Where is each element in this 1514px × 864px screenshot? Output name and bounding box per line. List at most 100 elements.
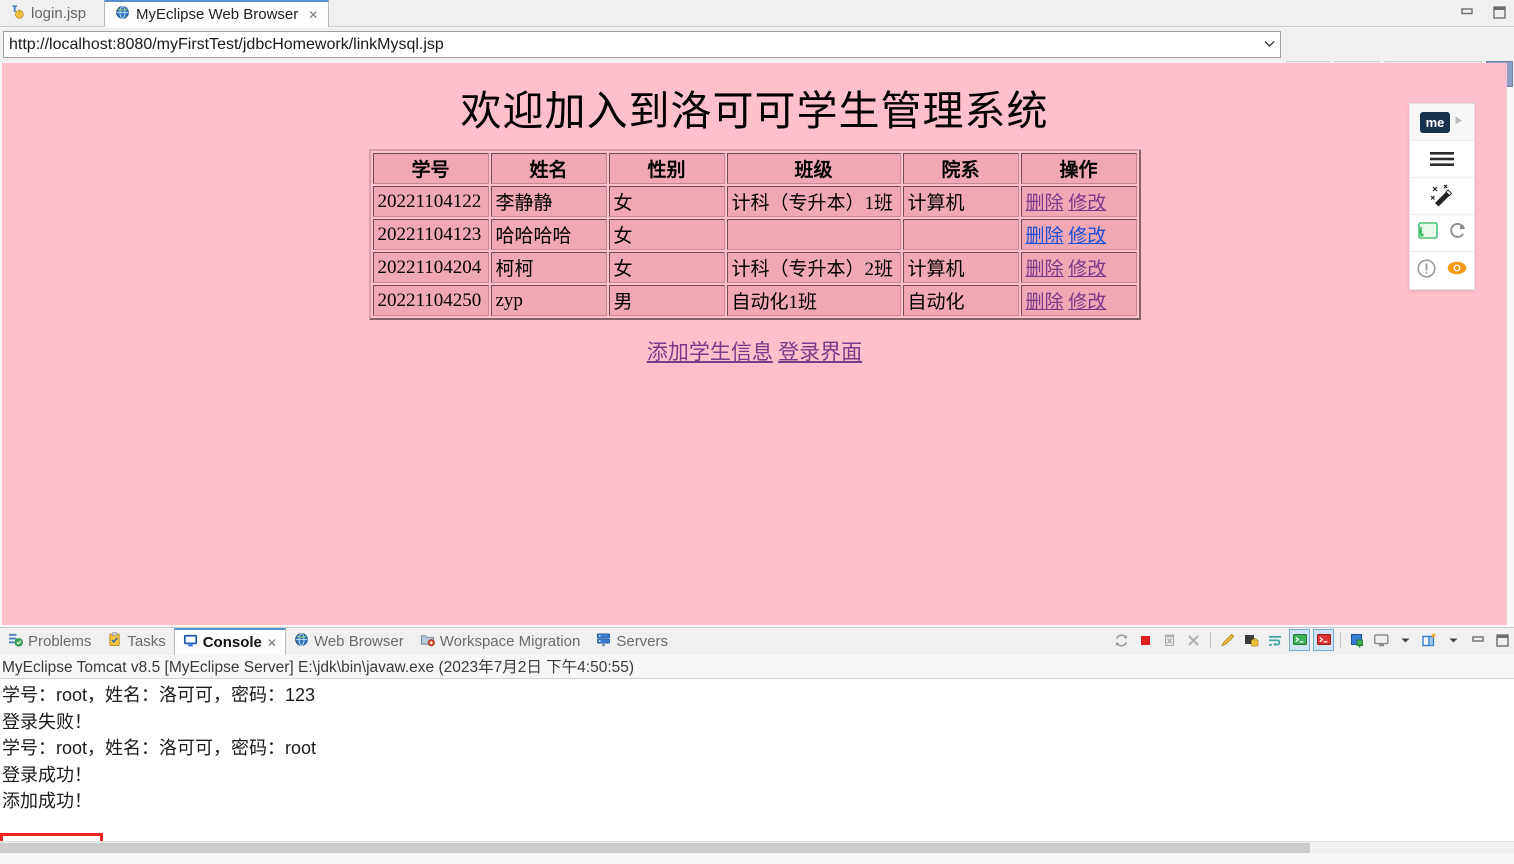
widget-cast-refresh-row [1410,215,1474,252]
eye-icon[interactable] [1446,259,1468,282]
cell-sex: 女 [608,219,725,250]
clear-console-icon[interactable] [1217,629,1238,651]
globe-icon [294,632,309,651]
new-console-icon[interactable] [1313,629,1334,651]
open-console-view-icon[interactable] [1419,629,1440,651]
launch-configuration-label: MyEclipse Tomcat v8.5 [MyEclipse Server]… [0,655,1514,677]
cell-name: zyp [490,285,607,316]
console-tab-label: Servers [616,633,669,650]
add-student-link[interactable]: 添加学生信息 [647,340,773,364]
magic-wand-icon[interactable] [1410,178,1474,215]
display-selected-console-icon[interactable] [1371,629,1392,651]
cell-id: 20221104122 [372,186,489,217]
cell-id: 20221104250 [372,285,489,316]
chevron-down-icon[interactable] [1258,39,1280,51]
minimize-icon[interactable] [1467,629,1488,651]
cell-dept: 自动化 [902,285,1019,316]
console-line: 学号：root，姓名：洛可可，密码：123 [2,685,316,705]
browser-page-content: 欢迎加入到洛可可学生管理系统 学号 姓名 性别 班级 院系 操作 2022110… [2,63,1507,625]
cell-action: 删除 修改 [1020,285,1137,316]
maximize-icon[interactable] [1488,2,1510,22]
editor-tab-login-jsp[interactable]: login.jsp [0,0,96,27]
edit-link[interactable]: 修改 [1068,259,1106,280]
console-toolbar [1111,629,1512,651]
col-header-dept: 院系 [902,153,1019,184]
widget-brand-row[interactable]: me [1410,104,1474,141]
open-console-icon[interactable] [1289,629,1310,651]
url-combo[interactable]: http://localhost:8080/myFirstTest/jdbcHo… [3,31,1281,58]
pin-console-icon[interactable] [1347,629,1368,651]
edit-link[interactable]: 修改 [1068,292,1106,313]
cell-action: 删除 修改 [1020,219,1137,250]
editor-tab-strip: login.jsp MyEclipse Web Browser ✕ [0,0,1514,27]
jsp-file-icon [10,4,25,23]
login-page-link[interactable]: 登录界面 [778,340,862,364]
cell-dept: 计算机 [902,186,1019,217]
migration-icon [420,632,435,651]
close-icon[interactable]: ✕ [267,636,277,650]
console-line: 学号：root，姓名：洛可可，密码：root [2,738,317,759]
word-wrap-icon[interactable] [1265,629,1286,651]
remove-launch-icon[interactable] [1159,629,1180,651]
url-input[interactable]: http://localhost:8080/myFirstTest/jdbcHo… [4,36,1258,54]
maximize-icon[interactable] [1491,629,1512,651]
console-tab-label: Web Browser [313,633,404,650]
dropdown-arrow-icon[interactable] [1443,629,1464,651]
console-icon [183,633,198,652]
console-tab-label: Workspace Migration [439,633,581,650]
warning-circle-icon[interactable] [1416,258,1437,284]
console-tab-strip: Problems Tasks Console ✕ Web Browser Wor… [0,628,1514,655]
myeclipse-window: login.jsp MyEclipse Web Browser ✕ http:/… [0,0,1514,864]
scroll-lock-icon[interactable] [1241,629,1262,651]
refresh-icon[interactable] [1448,221,1468,246]
col-header-name: 姓名 [490,153,607,184]
minimize-icon[interactable] [1456,2,1478,22]
edit-link[interactable]: 修改 [1068,226,1106,247]
servers-icon [596,632,611,651]
cell-dept [902,219,1019,250]
delete-link[interactable]: 删除 [1026,259,1064,280]
dropdown-arrow-icon[interactable] [1395,629,1416,651]
cell-sex: 女 [608,186,725,217]
toolbar-separator [1340,632,1341,648]
editor-tab-label: MyEclipse Web Browser [136,6,299,23]
cast-icon[interactable] [1417,221,1439,246]
editor-tab-web-browser[interactable]: MyEclipse Web Browser ✕ [104,0,330,27]
cell-id: 20221104123 [372,219,489,250]
cell-name: 哈哈哈哈 [490,219,607,250]
page-title: 欢迎加入到洛可可学生管理系统 [460,88,1049,134]
tab-tasks[interactable]: Tasks [99,628,173,655]
cell-id: 20221104204 [372,252,489,283]
table-header-row: 学号 姓名 性别 班级 院系 操作 [372,153,1137,184]
table-row: 20221104122 李静静 女 计科（专升本）1班 计算机 删除 修改 [372,186,1137,217]
console-horizontal-scrollbar[interactable] [0,841,1514,853]
footer-links: 添加学生信息 登录界面 [2,336,1507,366]
hamburger-menu-icon[interactable] [1410,141,1474,178]
console-tab-label: Problems [28,633,92,650]
window-controls [1456,2,1510,22]
cell-class: 自动化1班 [726,285,901,316]
delete-link[interactable]: 删除 [1026,292,1064,313]
tab-servers[interactable]: Servers [588,628,676,655]
problems-icon [8,632,23,651]
refresh-icon[interactable] [1111,629,1132,651]
scrollbar-thumb[interactable] [0,843,1310,853]
console-line: 登录成功！ [2,764,92,785]
edit-link[interactable]: 修改 [1068,193,1106,214]
play-arrow-icon[interactable] [1453,113,1464,131]
close-icon[interactable]: ✕ [308,8,318,22]
tab-web-browser[interactable]: Web Browser [286,628,412,655]
console-line: 登录失败！ [2,711,92,732]
student-table: 学号 姓名 性别 班级 院系 操作 20221104122 李静静 女 计科（专… [368,149,1141,320]
tab-problems[interactable]: Problems [0,628,99,655]
col-header-id: 学号 [372,153,489,184]
console-output[interactable]: 学号：root，姓名：洛可可，密码：123 登录失败！ 学号：root，姓名：洛… [0,678,1514,853]
console-tab-label: Console [202,634,262,651]
editor-tab-label: login.jsp [31,5,87,22]
terminate-icon[interactable] [1135,629,1156,651]
delete-link[interactable]: 删除 [1026,226,1064,247]
tab-console[interactable]: Console ✕ [173,628,286,655]
tab-workspace-migration[interactable]: Workspace Migration [412,628,589,655]
remove-all-icon[interactable] [1183,629,1204,651]
delete-link[interactable]: 删除 [1026,193,1064,214]
